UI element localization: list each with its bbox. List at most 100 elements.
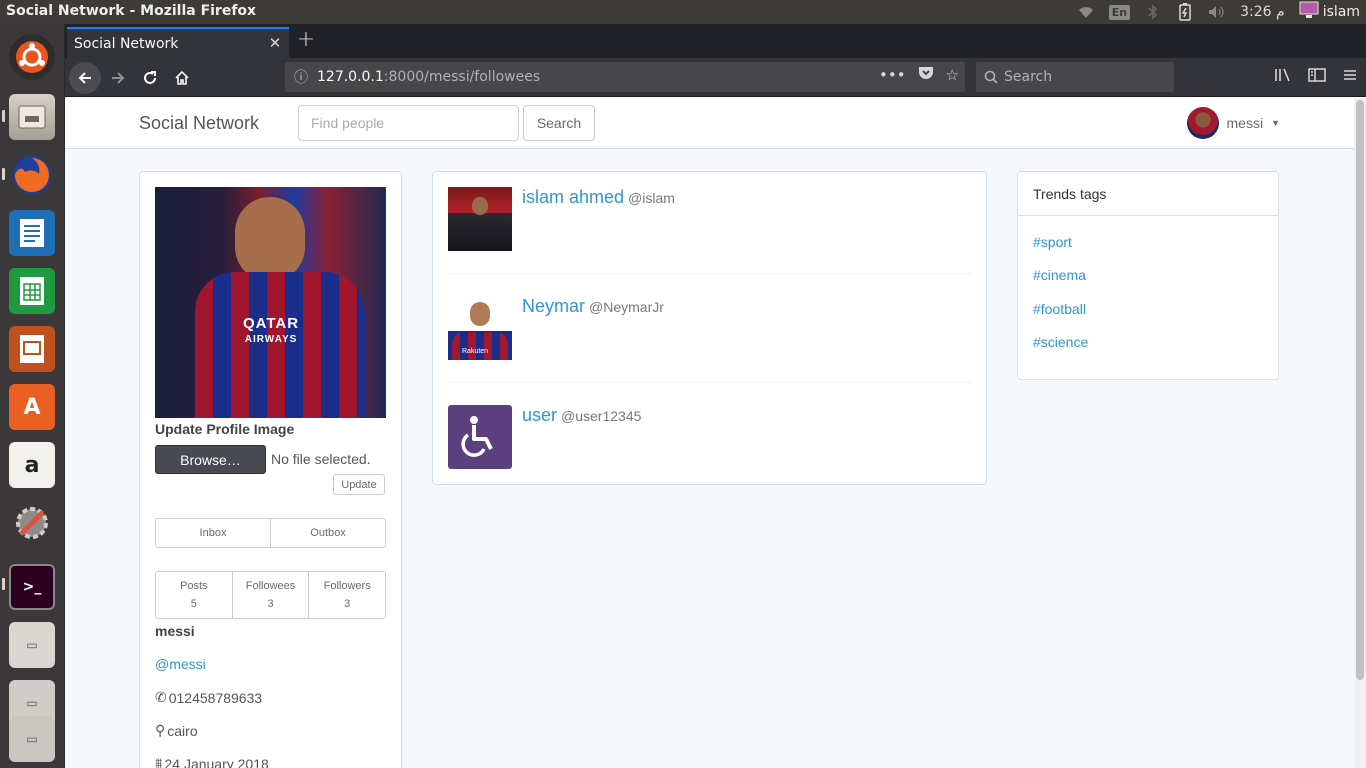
terminal-icon[interactable]: >_	[9, 564, 55, 610]
session-user: islam	[1322, 4, 1360, 20]
bluetooth-icon[interactable]	[1144, 3, 1162, 21]
stat-value: 3	[344, 598, 351, 610]
trend-tag[interactable]: #cinema	[1033, 267, 1086, 283]
profile-handle[interactable]: @messi	[155, 656, 206, 672]
divider	[448, 273, 971, 274]
clock[interactable]: 3:26 م	[1240, 4, 1285, 20]
new-tab-button[interactable]: +	[294, 28, 318, 52]
stat-posts[interactable]: Posts 5	[156, 572, 232, 618]
search-bar[interactable]: Search	[976, 62, 1174, 92]
shirt-sponsor: Rakuten	[462, 348, 489, 355]
avatar[interactable]: Rakuten	[448, 296, 512, 360]
url-bar[interactable]: ⓘ 127.0.0.1:8000/messi/followees ••• ☆	[285, 62, 965, 92]
stat-value: 5	[190, 598, 197, 610]
page-content: Social Network Find people Search messi …	[65, 98, 1354, 768]
phone-number: 012458789633	[168, 689, 263, 706]
phone-icon: ✆	[155, 689, 167, 705]
volume-icon[interactable]	[1208, 3, 1226, 21]
back-arrow-icon	[78, 72, 91, 84]
inbox-button[interactable]: Inbox	[156, 519, 270, 547]
site-brand[interactable]: Social Network	[139, 113, 259, 134]
shirt-sponsor-line1: QATAR	[243, 315, 300, 332]
amazon-icon[interactable]: a	[9, 442, 55, 488]
list-item: user @user12345	[448, 405, 971, 485]
birthday-cake-icon: ⩩	[155, 755, 163, 768]
tab-title: Social Network	[74, 35, 179, 52]
pocket-icon[interactable]	[918, 66, 934, 84]
list-item: islam ahmed @islam	[448, 187, 971, 267]
browse-button[interactable]: Browse…	[155, 445, 266, 474]
settings-icon[interactable]	[9, 500, 55, 546]
top-panel: Social Network - Mozilla Firefox En 3:26…	[0, 0, 1366, 24]
stat-value: 3	[267, 598, 274, 610]
trash-icon[interactable]: ▭	[9, 716, 55, 762]
battery-icon[interactable]	[1176, 3, 1194, 21]
avatar[interactable]	[448, 187, 512, 251]
software-center-icon[interactable]: A	[9, 384, 55, 430]
sidebar-icon[interactable]	[1308, 67, 1326, 87]
back-button[interactable]	[69, 62, 101, 94]
user-dropdown[interactable]: messi ▼	[1186, 107, 1280, 139]
followee-handle: @islam	[628, 190, 675, 206]
search-button[interactable]: Search	[523, 105, 595, 141]
reload-icon	[144, 71, 156, 84]
files-icon[interactable]	[9, 94, 55, 140]
home-button[interactable]	[166, 62, 198, 94]
page-actions-icon[interactable]: •••	[879, 66, 906, 84]
wifi-icon[interactable]	[1077, 3, 1095, 21]
file-status: No file selected.	[271, 451, 371, 467]
firefox-icon[interactable]	[9, 152, 55, 198]
library-icon[interactable]	[1274, 67, 1292, 87]
tab-social-network[interactable]: Social Network ✕	[67, 27, 289, 58]
drive-icon[interactable]: ▭	[9, 622, 55, 668]
city-name: cairo	[167, 722, 198, 739]
map-marker-icon: ⚲	[155, 722, 166, 738]
search-icon	[984, 70, 998, 84]
trend-tag[interactable]: #football	[1033, 301, 1086, 317]
profile-phone: ✆ 012458789633	[155, 689, 262, 706]
running-indicator	[2, 578, 5, 590]
ubuntu-logo-icon[interactable]	[9, 34, 55, 80]
launcher: A a >_ ▭ ▭ ▭	[0, 24, 65, 768]
profile-city: ⚲ cairo	[155, 722, 198, 739]
joined-date: 24 January 2018	[164, 755, 269, 768]
page-scrollbar[interactable]	[1354, 98, 1366, 768]
wheelchair-icon	[461, 416, 493, 457]
find-people-input[interactable]: Find people	[298, 105, 519, 141]
calc-icon[interactable]	[9, 268, 55, 314]
menu-icon[interactable]	[1342, 67, 1358, 87]
trend-tag[interactable]: #science	[1033, 334, 1088, 350]
keyboard-layout-indicator[interactable]: En	[1108, 4, 1131, 20]
stat-followees[interactable]: Followees 3	[231, 572, 309, 618]
update-button[interactable]: Update	[333, 474, 385, 495]
url-path: :8000/messi/followees	[383, 69, 541, 85]
reload-button[interactable]	[134, 62, 166, 94]
user-menu[interactable]: islam	[1299, 1, 1360, 23]
followees-panel: islam ahmed @islam Rakuten Neymar @NeymarJ…	[432, 171, 987, 485]
writer-icon[interactable]	[9, 210, 55, 256]
stat-followers[interactable]: Followers 3	[308, 572, 385, 618]
system-tray: En 3:26 م islam	[1077, 0, 1366, 24]
outbox-button[interactable]: Outbox	[270, 519, 385, 547]
profile-image: QATAR AIRWAYS	[155, 187, 386, 418]
home-icon	[175, 70, 189, 85]
impress-icon[interactable]	[9, 326, 55, 372]
navigation-toolbar: ⓘ 127.0.0.1:8000/messi/followees ••• ☆ S…	[65, 58, 1366, 97]
scrollbar-thumb[interactable]	[1356, 100, 1364, 680]
find-people-placeholder: Find people	[311, 115, 385, 131]
avatar[interactable]	[448, 405, 512, 469]
followee-name[interactable]: islam ahmed	[522, 187, 624, 207]
forward-button[interactable]	[102, 62, 134, 94]
close-tab-icon[interactable]: ✕	[267, 35, 283, 51]
followee-handle: @NeymarJr	[589, 299, 664, 315]
tab-bar: Social Network ✕ +	[65, 24, 1366, 58]
bookmark-star-icon[interactable]: ☆	[946, 66, 959, 84]
followee-name[interactable]: user	[522, 405, 557, 425]
info-icon[interactable]: ⓘ	[285, 67, 317, 87]
window-title: Social Network - Mozilla Firefox	[6, 3, 257, 19]
trend-tag[interactable]: #sport	[1033, 234, 1072, 250]
followee-name[interactable]: Neymar	[522, 296, 585, 316]
shirt-sponsor-line2: AIRWAYS	[244, 334, 298, 345]
profile-joined: ⩩ 24 January 2018	[155, 755, 269, 768]
trends-title: Trends tags	[1018, 172, 1278, 216]
